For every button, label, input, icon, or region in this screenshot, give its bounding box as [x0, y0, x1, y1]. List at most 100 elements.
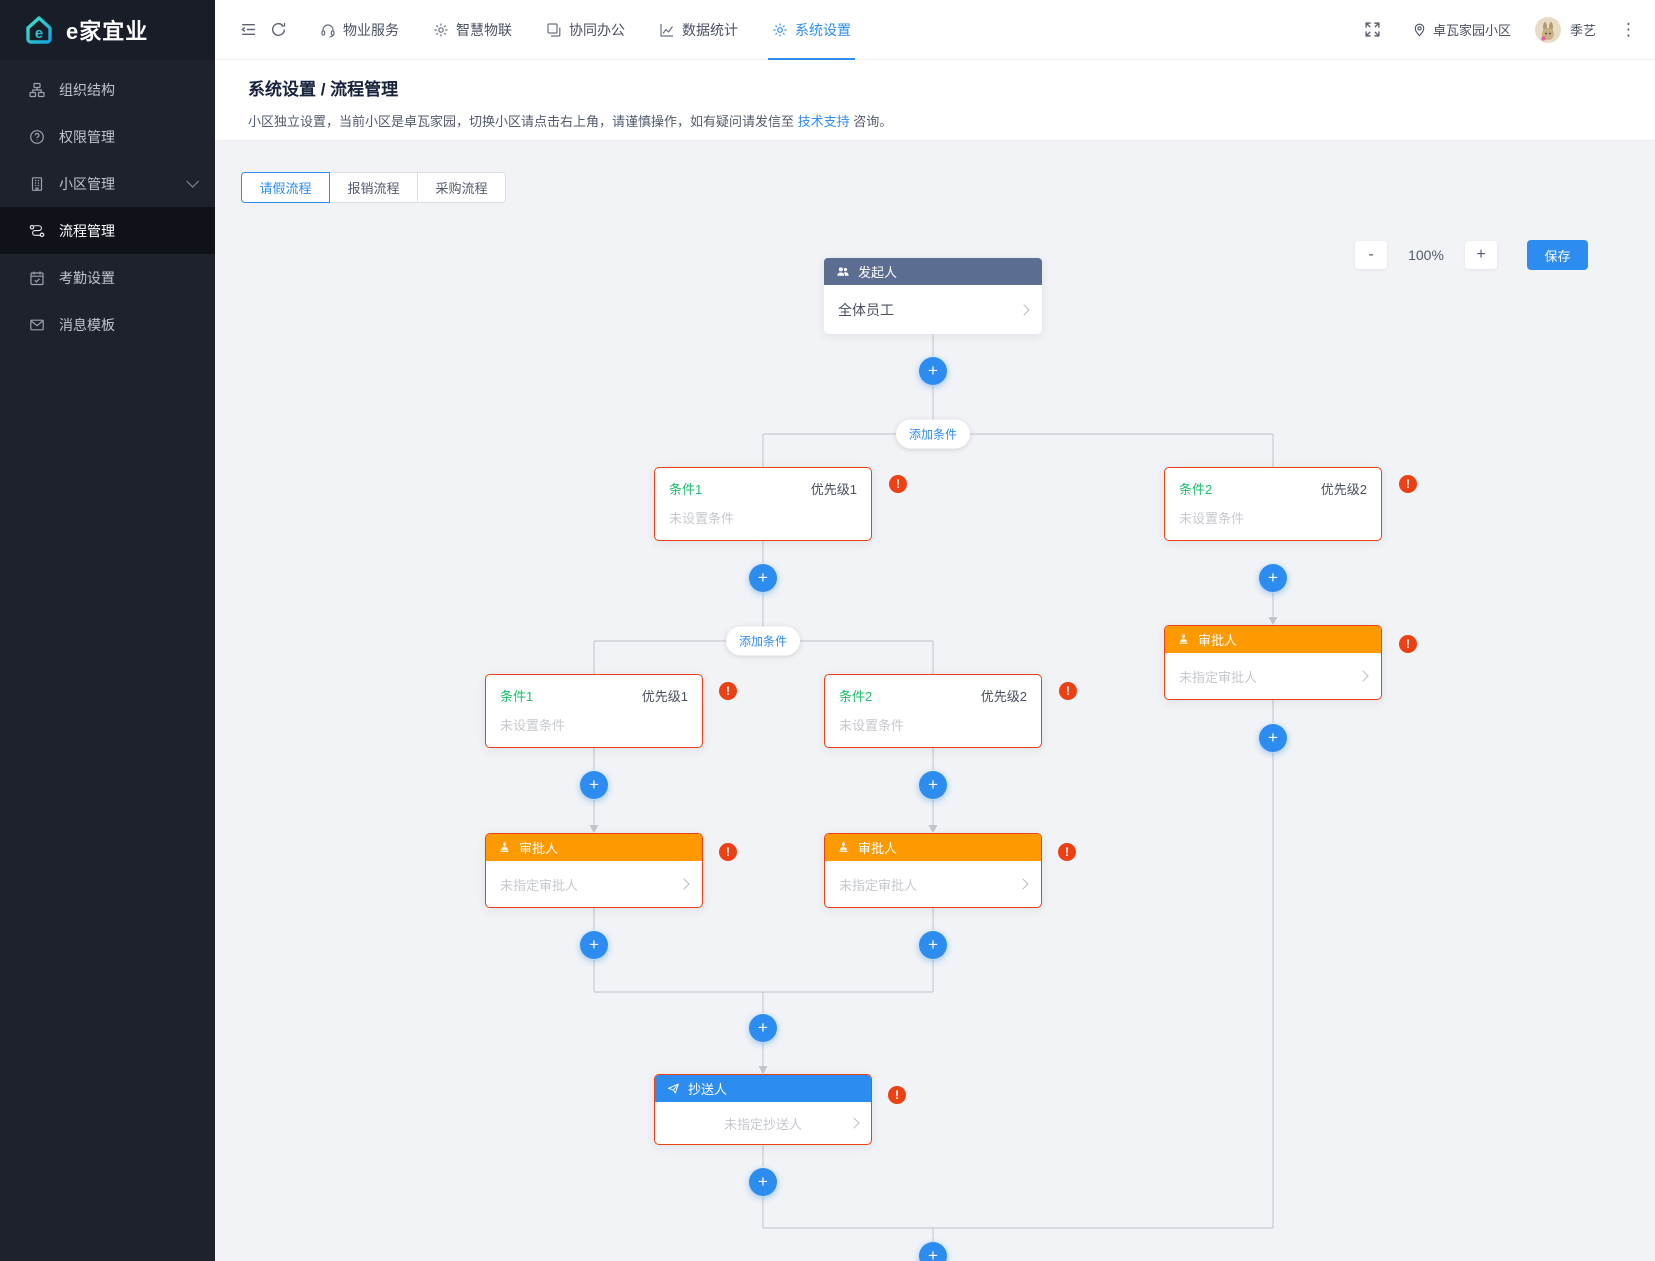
cc-picker[interactable]: 未指定抄送人	[655, 1102, 871, 1144]
approver-picker[interactable]: 未指定审批人	[1165, 653, 1381, 699]
zoom-in-button[interactable]: +	[1465, 241, 1497, 269]
tab-leave-flow[interactable]: 请假流程	[241, 172, 330, 203]
send-icon	[667, 1082, 680, 1095]
add-node-button[interactable]: +	[580, 771, 608, 799]
brand-logo[interactable]: e e家宜业	[0, 0, 215, 60]
condition-name: 条件1	[500, 686, 533, 705]
add-condition-button[interactable]: 添加条件	[896, 420, 970, 449]
add-node-button[interactable]: +	[749, 1168, 777, 1196]
add-node-button[interactable]: +	[749, 564, 777, 592]
node-condition-1[interactable]: 条件1 优先级1 未设置条件	[654, 467, 872, 541]
error-badge: !	[1399, 635, 1417, 653]
sidebar-item-attendance[interactable]: 考勤设置	[0, 254, 215, 301]
save-button[interactable]: 保存	[1527, 240, 1588, 270]
sidebar-item-permissions[interactable]: 权限管理	[0, 113, 215, 160]
node-approver-header: 审批人	[1165, 626, 1381, 653]
location-pin-icon	[1412, 22, 1427, 37]
chevron-right-icon	[1357, 670, 1368, 681]
chevron-down-icon	[186, 175, 199, 188]
gear-icon	[772, 22, 788, 38]
zoom-level: 100%	[1403, 247, 1449, 263]
nav-item-statistics[interactable]: 数据统计	[642, 0, 755, 60]
approver-value: 未指定审批人	[500, 875, 578, 894]
nav-item-collaboration[interactable]: 协同办公	[529, 0, 642, 60]
top-nav: 物业服务 智慧物联 协同办公	[303, 0, 868, 60]
refresh-icon[interactable]	[263, 15, 293, 45]
node-initiator-body[interactable]: 全体员工	[824, 285, 1042, 334]
nav-item-smart-iot[interactable]: 智慧物联	[416, 0, 529, 60]
sidebar-item-workflow[interactable]: 流程管理	[0, 207, 215, 254]
nav-item-system-settings[interactable]: 系统设置	[755, 0, 868, 60]
nav-label: 系统设置	[795, 20, 851, 40]
approver-picker[interactable]: 未指定审批人	[825, 861, 1041, 907]
node-condition-2[interactable]: 条件2 优先级2 未设置条件	[1164, 467, 1382, 541]
add-node-button[interactable]: +	[749, 1014, 777, 1042]
node-title: 审批人	[519, 838, 558, 857]
community-switcher[interactable]: 卓瓦家园小区	[1412, 20, 1511, 39]
condition-name: 条件1	[669, 479, 702, 498]
condition-priority: 优先级2	[1321, 479, 1367, 498]
node-condition-2-2[interactable]: 条件2 优先级2 未设置条件	[824, 674, 1042, 748]
chevron-right-icon	[678, 878, 689, 889]
chevron-right-icon	[1018, 304, 1029, 315]
more-menu-icon[interactable]: ⋮	[1620, 21, 1637, 38]
topbar-right: 卓瓦家园小区 季艺 ⋮	[1358, 15, 1637, 45]
sidebar: e e家宜业 组织结构 权限管理	[0, 0, 215, 1261]
topbar: 物业服务 智慧物联 协同办公	[215, 0, 1655, 60]
error-badge: !	[1058, 843, 1076, 861]
add-node-button[interactable]: +	[919, 1242, 947, 1261]
node-approver-header: 审批人	[825, 834, 1041, 861]
error-badge: !	[1059, 682, 1077, 700]
add-condition-button[interactable]: 添加条件	[726, 627, 800, 656]
collapse-sidebar-icon[interactable]	[233, 15, 263, 45]
add-node-button[interactable]: +	[919, 771, 947, 799]
condition-name: 条件2	[1179, 479, 1212, 498]
node-approver-left-2[interactable]: 审批人 未指定审批人	[824, 833, 1042, 908]
error-badge: !	[1399, 475, 1417, 493]
node-title: 审批人	[858, 838, 897, 857]
condition-priority: 优先级2	[981, 686, 1027, 705]
node-cc-header: 抄送人	[655, 1075, 871, 1102]
sidebar-item-community[interactable]: 小区管理	[0, 160, 215, 207]
tech-support-link[interactable]: 技术支持	[798, 114, 850, 129]
add-node-button[interactable]: +	[1259, 564, 1287, 592]
chevron-right-icon	[1017, 878, 1028, 889]
people-icon	[836, 265, 850, 279]
add-node-button[interactable]: +	[919, 357, 947, 385]
tab-purchase-flow[interactable]: 采购流程	[417, 172, 506, 203]
node-cc[interactable]: 抄送人 未指定抄送人	[654, 1074, 872, 1145]
condition-name: 条件2	[839, 686, 872, 705]
error-badge: !	[719, 843, 737, 861]
approver-picker[interactable]: 未指定审批人	[486, 861, 702, 907]
calendar-check-icon	[28, 269, 45, 286]
node-condition-2-1[interactable]: 条件1 优先级1 未设置条件	[485, 674, 703, 748]
sidebar-item-message-template[interactable]: 消息模板	[0, 301, 215, 348]
condition-value: 未设置条件	[500, 715, 688, 734]
node-approver-right[interactable]: 审批人 未指定审批人	[1164, 625, 1382, 700]
nav-item-property-service[interactable]: 物业服务	[303, 0, 416, 60]
user-chip[interactable]: 季艺	[1535, 17, 1596, 43]
sidebar-item-org-structure[interactable]: 组织结构	[0, 66, 215, 113]
tab-reimburse-flow[interactable]: 报销流程	[329, 172, 418, 203]
error-badge: !	[888, 1086, 906, 1104]
headset-icon	[320, 22, 336, 38]
add-node-button[interactable]: +	[1259, 724, 1287, 752]
add-node-button[interactable]: +	[919, 931, 947, 959]
iot-icon	[433, 22, 449, 38]
condition-value: 未设置条件	[1179, 508, 1367, 527]
workflow-icon	[28, 222, 45, 239]
sidebar-item-label: 考勤设置	[59, 268, 115, 288]
flow-tabs: 请假流程 报销流程 采购流程	[241, 172, 506, 203]
fullscreen-icon[interactable]	[1358, 15, 1388, 45]
node-approver-left-1[interactable]: 审批人 未指定审批人	[485, 833, 703, 908]
sidebar-item-label: 小区管理	[59, 174, 115, 194]
nav-label: 智慧物联	[456, 20, 512, 40]
stamp-icon	[1177, 633, 1190, 646]
zoom-out-button[interactable]: -	[1355, 241, 1387, 269]
org-chart-icon	[28, 81, 45, 98]
node-initiator[interactable]: 发起人 全体员工	[824, 258, 1042, 334]
add-node-button[interactable]: +	[580, 931, 608, 959]
permission-icon	[28, 128, 45, 145]
node-initiator-header: 发起人	[824, 258, 1042, 285]
sidebar-item-label: 组织结构	[59, 80, 115, 100]
